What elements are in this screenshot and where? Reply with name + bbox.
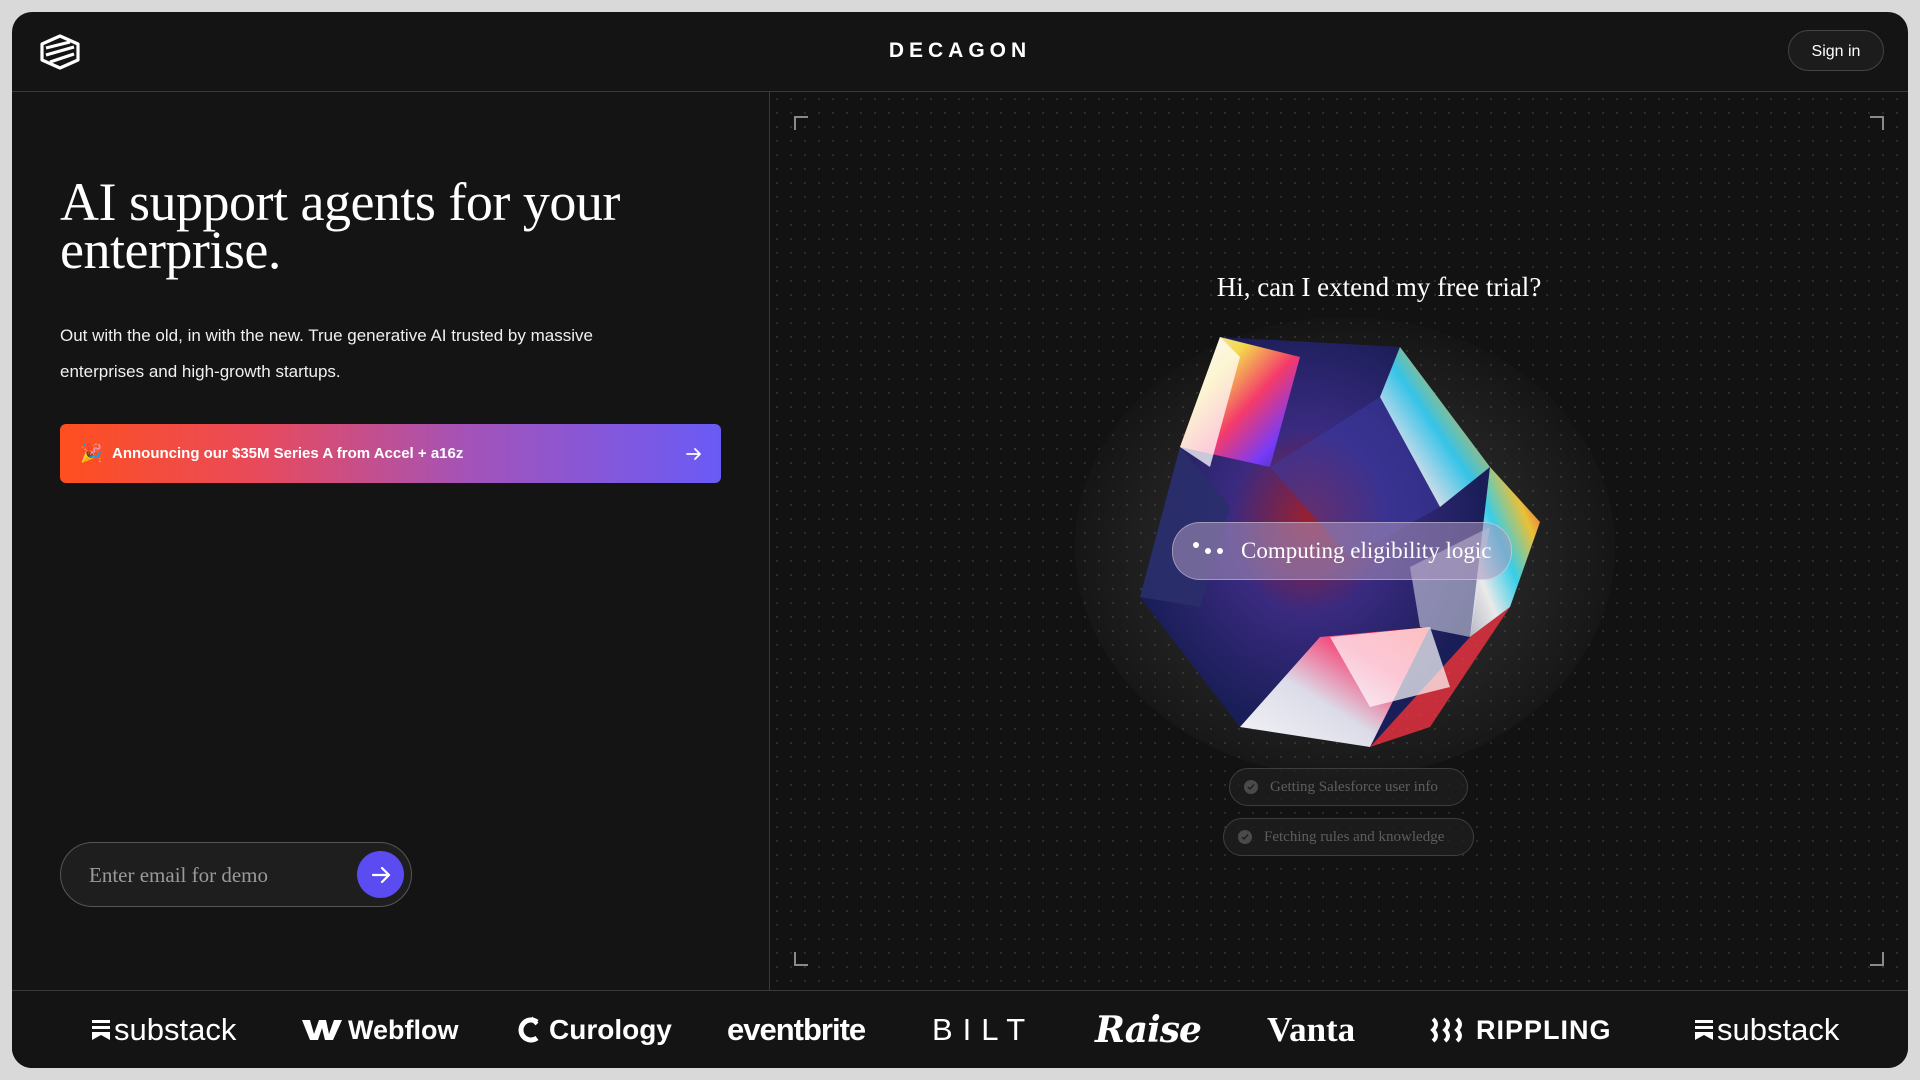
check-circle-icon (1244, 780, 1258, 794)
brand-wordmark[interactable]: DECAGON (12, 39, 1908, 63)
corner-mark (1870, 116, 1884, 130)
agent-step: Getting Salesforce user info (1229, 768, 1468, 806)
customer-logo-rippling: RIPPLING (1430, 1013, 1612, 1047)
top-nav: DECAGON Sign in (12, 12, 1908, 92)
rippling-mark-icon (1430, 1017, 1462, 1043)
webflow-mark-icon (302, 1020, 342, 1040)
party-popper-icon: 🎉 (80, 443, 103, 463)
customer-logo-curology: Curology (517, 1013, 672, 1047)
email-input[interactable] (87, 857, 341, 893)
customer-logo-substack: substack (92, 1012, 236, 1047)
customer-logo-strip: substack Webflow Curology eventbrite BIL… (12, 990, 1908, 1068)
agent-step-label: Fetching rules and knowledge (1264, 828, 1445, 845)
corner-mark (794, 116, 808, 130)
customer-logo-webflow: Webflow (302, 1013, 459, 1047)
strip-fade (12, 991, 52, 1068)
agent-demo-panel: Hi, can I extend my free trial? Computin… (769, 92, 1908, 990)
hero-title: AI support agents for your enterprise. (60, 172, 620, 280)
customer-question: Hi, can I extend my free trial? (1216, 272, 1542, 302)
sign-in-button[interactable]: Sign in (1788, 30, 1884, 71)
corner-mark (794, 952, 808, 966)
agent-step: Fetching rules and knowledge (1223, 818, 1474, 856)
customer-logo-eventbrite: eventbrite (727, 1012, 866, 1047)
substack-mark-icon (1695, 1020, 1713, 1040)
check-circle-icon (1238, 830, 1252, 844)
curology-mark-icon (518, 1016, 539, 1043)
agent-status-label: Computing eligibility logic (1241, 538, 1492, 563)
announcement-label: Announcing our $35M Series A from Accel … (112, 445, 464, 462)
corner-mark (1870, 952, 1884, 966)
series-a-announcement-banner[interactable]: 🎉 Announcing our $35M Series A from Acce… (60, 424, 721, 483)
substack-mark-icon (92, 1020, 110, 1040)
hero-subtitle: Out with the old, in with the new. True … (60, 326, 593, 381)
app-frame: DECAGON Sign in AI support agents for yo… (12, 12, 1908, 1068)
demo-email-form (60, 842, 412, 907)
customer-logo-raise: Raise (1095, 1009, 1202, 1051)
hero-section: AI support agents for your enterprise. O… (12, 92, 769, 990)
customer-logo-bilt: BILT (932, 1012, 1036, 1047)
customer-logo-substack: substack (1695, 1012, 1839, 1047)
agent-step-label: Getting Salesforce user info (1270, 778, 1438, 795)
arrow-right-icon (686, 447, 701, 460)
submit-email-button[interactable] (357, 851, 404, 898)
customer-logo-vanta: Vanta (1267, 1010, 1356, 1049)
typing-dots-icon (1193, 542, 1223, 554)
agent-status-pill: Computing eligibility logic (1172, 522, 1513, 580)
arrow-right-icon (371, 866, 390, 883)
